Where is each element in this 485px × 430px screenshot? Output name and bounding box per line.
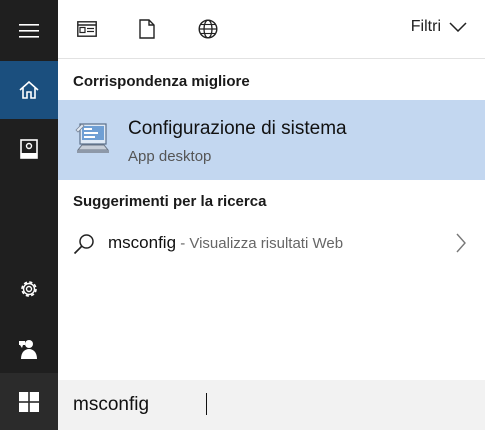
gear-icon — [21, 281, 37, 297]
chevron-right-icon[interactable] — [455, 233, 467, 253]
filters-label: Filtri — [410, 18, 441, 35]
feedback-button[interactable] — [0, 320, 58, 378]
chevron-down-icon — [449, 22, 467, 32]
suggestion-term: msconfig — [108, 233, 177, 252]
text-caret — [206, 393, 207, 415]
notebook-button[interactable] — [0, 120, 58, 178]
sidebar — [0, 0, 58, 430]
best-match-header: Corrispondenza migliore — [73, 73, 250, 90]
system-config-icon — [75, 123, 110, 153]
tab-web[interactable] — [193, 14, 223, 44]
search-input[interactable] — [73, 392, 453, 418]
search-panel: Filtri Corrispondenza migliore Configura… — [58, 0, 485, 430]
globe-icon — [198, 19, 218, 39]
best-match-title: Configurazione di sistema — [128, 118, 347, 139]
best-match-subtitle: App desktop — [128, 148, 212, 165]
menu-button[interactable] — [0, 2, 58, 60]
document-icon — [139, 19, 155, 39]
start-button[interactable] — [0, 373, 58, 430]
suggestion-item[interactable]: msconfig - Visualizza risultati Web — [58, 222, 485, 266]
hamburger-icon — [19, 24, 39, 38]
search-icon — [73, 234, 94, 255]
search-box — [58, 380, 485, 430]
windows-logo-icon — [19, 391, 39, 412]
suggestions-header: Suggerimenti per la ricerca — [73, 193, 267, 210]
apps-filter-icon — [77, 21, 97, 37]
best-match-result[interactable]: Configurazione di sistema App desktop — [58, 100, 485, 180]
filters-dropdown[interactable]: Filtri — [411, 18, 467, 36]
tab-documents[interactable] — [132, 14, 162, 44]
settings-button[interactable] — [0, 260, 58, 318]
home-button[interactable] — [0, 61, 58, 119]
feedback-icon — [19, 340, 37, 359]
home-icon — [19, 81, 39, 99]
suggestion-detail: - Visualizza risultati Web — [176, 235, 344, 252]
tab-apps[interactable] — [72, 14, 102, 44]
filter-toolbar: Filtri — [58, 0, 485, 59]
notebook-icon — [20, 139, 38, 159]
suggestion-text: msconfig - Visualizza risultati Web — [108, 233, 343, 253]
